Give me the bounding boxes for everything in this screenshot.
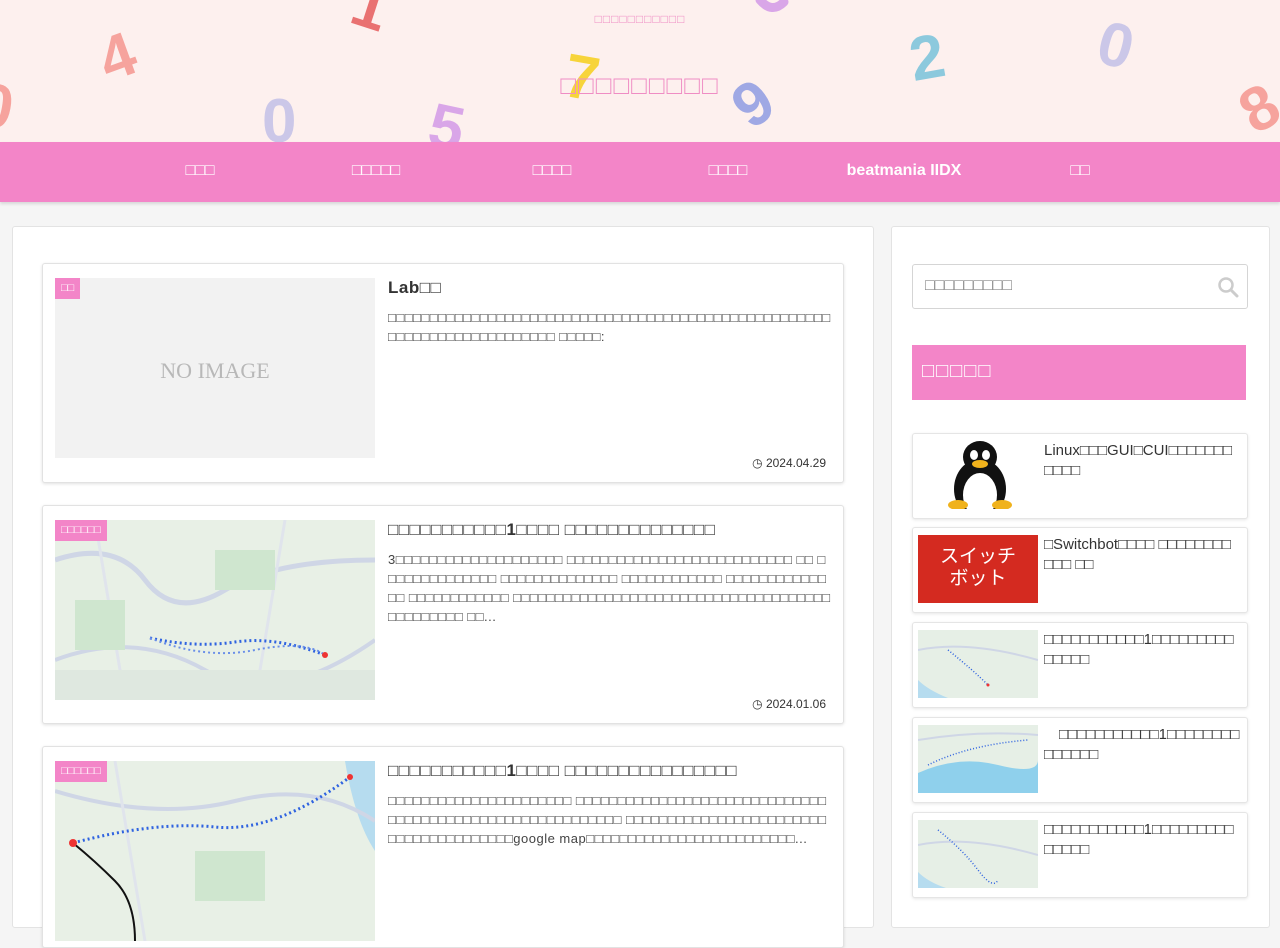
switchbot-thumbnail: スイッチ ボット (918, 535, 1038, 603)
post-excerpt: 3□□□□□□□□□□□□□□□□□□□□ □□□□□□□□□□□□□□□□□□… (388, 552, 831, 624)
category-badge[interactable]: □□ (55, 278, 81, 299)
popular-post-item[interactable]: □□□□□□□□□□□1□□□□□□□□□□□□□□ (912, 622, 1248, 708)
popular-post-item[interactable]: スイッチ ボット □Switchbot□□□□ □□□□□□□□□□□ □□ (912, 527, 1248, 613)
post-thumbnail-map[interactable] (55, 520, 375, 700)
post-thumbnail-map[interactable] (55, 761, 375, 941)
post-thumbnail-noimage[interactable]: NO IMAGE (55, 278, 375, 458)
category-badge[interactable]: □□□□□□ (55, 761, 107, 782)
no-image-text: NO IMAGE (160, 358, 270, 383)
post-date: ◷ 2024.01.06 (752, 697, 826, 711)
clock-icon: ◷ (752, 697, 763, 711)
global-nav: □□□ □□□□□ □□□□ □□□□ beatmania IIDX □□ (0, 142, 1280, 202)
popular-post-title: □□□□□□□□□□□1□□□□□□□□□□□□□□ (1044, 726, 1240, 763)
post-date-text: 2024.01.06 (765, 697, 826, 711)
nav-item-1[interactable]: □□□ (112, 142, 288, 202)
site-title[interactable]: □□□□□□□□□ (0, 70, 1280, 101)
search-icon[interactable] (1217, 276, 1239, 298)
main-content: NO IMAGE □□ Lab□□ □□□□□□□□□□□□□□□□□□□□□□… (12, 226, 874, 948)
nav-item-3[interactable]: □□□□ (464, 142, 640, 202)
map-thumbnail (918, 725, 1038, 793)
post-card[interactable]: NO IMAGE □□ Lab□□ □□□□□□□□□□□□□□□□□□□□□□… (42, 263, 844, 483)
nav-item-beatmania[interactable]: beatmania IIDX (816, 142, 992, 202)
map-thumbnail (918, 630, 1038, 698)
nav-item-2[interactable]: □□□□□ (288, 142, 464, 202)
tux-thumbnail (918, 441, 1038, 509)
popular-post-title: Linux□□□GUI□CUI□□□□□□□□□□□ (1044, 442, 1233, 479)
post-title[interactable]: Lab□□ (388, 278, 833, 298)
clock-icon: ◷ (752, 456, 763, 470)
popular-post-title: □Switchbot□□□□ □□□□□□□□□□□ □□ (1044, 536, 1231, 573)
map-thumbnail-image (55, 761, 375, 941)
popular-post-title: □□□□□□□□□□□1□□□□□□□□□□□□□□ (1044, 821, 1234, 858)
category-badge[interactable]: □□□□□□ (55, 520, 107, 541)
popular-post-item[interactable]: □□□□□□□□□□□1□□□□□□□□□□□□□□ (912, 812, 1248, 898)
search-input[interactable] (913, 265, 1215, 306)
post-title[interactable]: □□□□□□□□□□□1□□□□ □□□□□□□□□□□□□□□□ (388, 761, 833, 781)
post-excerpt: □□□□□□□□□□□□□□□□□□□□□□□□□□□□□□□□□□□□□□□□… (388, 310, 831, 344)
search-box (912, 264, 1248, 309)
site-header: 1 4 0 5 7 9 2 0 8 0 □□□□□□□□□□□ □□□□□□□□… (0, 0, 1280, 142)
sidebar: □□□□□ Linux□□□GUI□CUI□□□□□□□□□□□ スイッチ ボッ… (891, 226, 1270, 928)
popular-post-item[interactable]: □□□□□□□□□□□1□□□□□□□□□□□□□□ (912, 717, 1248, 803)
popular-post-title: □□□□□□□□□□□1□□□□□□□□□□□□□□ (1044, 631, 1234, 668)
site-tagline: □□□□□□□□□□□ (594, 12, 686, 26)
nav-item-6[interactable]: □□ (992, 142, 1168, 202)
post-card[interactable]: □□□□□□ □□□□□□□□□□□1□□□□ □□□□□□□□□□□□□□□□… (42, 746, 844, 948)
post-title[interactable]: □□□□□□□□□□□1□□□□ □□□□□□□□□□□□□□ (388, 520, 833, 540)
map-thumbnail (918, 820, 1038, 888)
post-card[interactable]: □□□□□□ □□□□□□□□□□□1□□□□ □□□□□□□□□□□□□□ 3… (42, 505, 844, 724)
post-excerpt: □□□□□□□□□□□□□□□□□□□□□□ □□□□□□□□□□□□□□□□□… (388, 793, 827, 846)
post-date-text: 2024.04.29 (765, 456, 826, 470)
map-thumbnail-image (55, 520, 375, 700)
post-date: ◷ 2024.04.29 (752, 456, 826, 470)
nav-item-4[interactable]: □□□□ (640, 142, 816, 202)
popular-posts-heading: □□□□□ (912, 345, 1246, 400)
popular-post-item[interactable]: Linux□□□GUI□CUI□□□□□□□□□□□ (912, 433, 1248, 519)
